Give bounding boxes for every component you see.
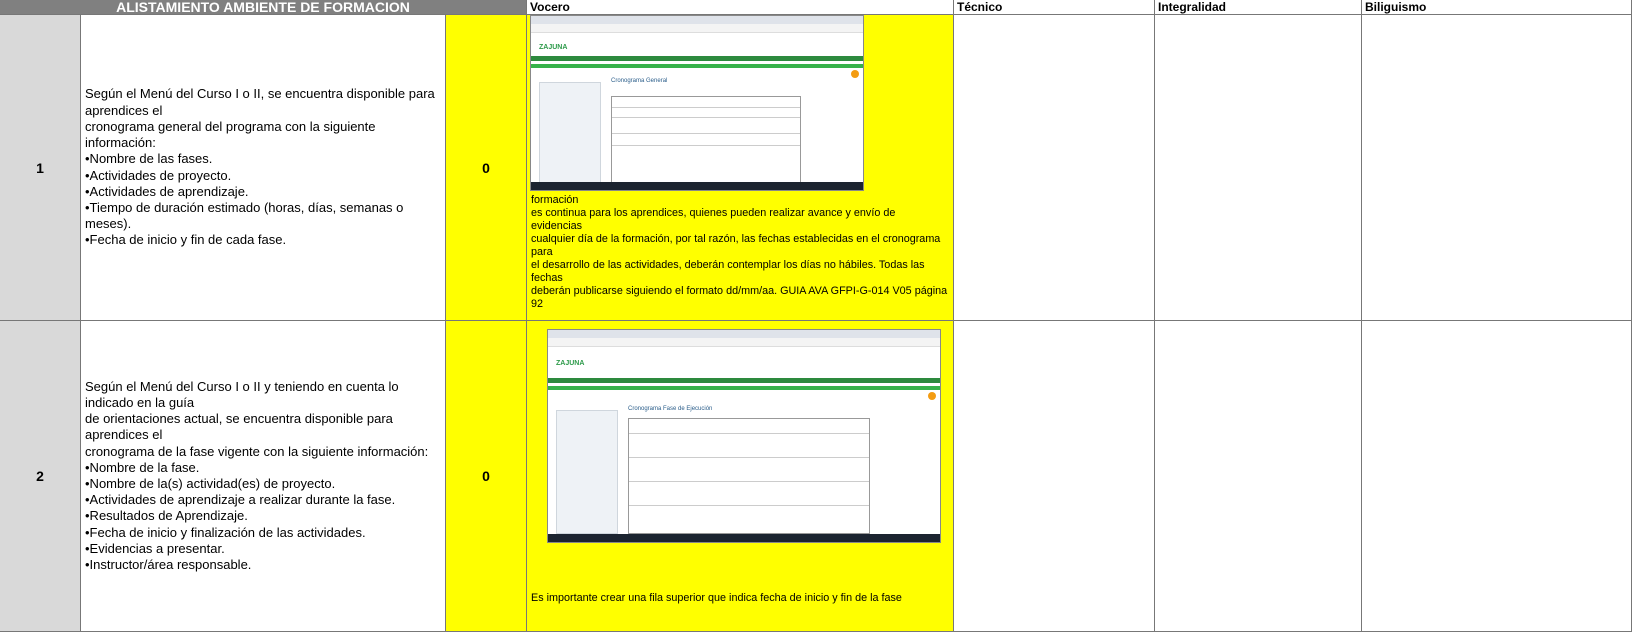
screenshot-title: Cronograma General bbox=[611, 78, 668, 84]
criterion-text: Según el Menú del Curso I o II, se encue… bbox=[85, 86, 435, 248]
header-alistamiento: ALISTAMIENTO AMBIENTE DE FORMACION bbox=[0, 0, 527, 15]
screenshot-cronograma-general: ZAJUNA Cronograma General bbox=[530, 15, 864, 191]
criterion-text: Según el Menú del Curso I o II y teniend… bbox=[85, 378, 429, 573]
vocero-cell: ZAJUNA Cronograma Fase de Ejecución Es i… bbox=[527, 321, 954, 632]
vocero-cell: ZAJUNA Cronograma General formación es c… bbox=[527, 15, 954, 321]
score-cell: 0 bbox=[446, 321, 527, 632]
tecnico-cell bbox=[954, 15, 1155, 321]
criterion-description: Según el Menú del Curso I o II, se encue… bbox=[81, 15, 446, 321]
score-cell: 0 bbox=[446, 15, 527, 321]
screenshot-cronograma-fase: ZAJUNA Cronograma Fase de Ejecución bbox=[547, 329, 941, 543]
bilinguismo-cell bbox=[1362, 15, 1632, 321]
bilinguismo-cell bbox=[1362, 321, 1632, 632]
integralidad-cell bbox=[1155, 15, 1362, 321]
screenshot-title: Cronograma Fase de Ejecución bbox=[628, 406, 713, 412]
vocero-note: formación es continua para los aprendice… bbox=[531, 194, 948, 310]
criterion-description: Según el Menú del Curso I o II y teniend… bbox=[81, 321, 446, 632]
row-number: 2 bbox=[0, 321, 81, 632]
vocero-note: Es importante crear una fila superior qu… bbox=[531, 592, 902, 604]
zajuna-logo: ZAJUNA bbox=[556, 360, 585, 367]
header-integralidad: Integralidad bbox=[1155, 0, 1362, 15]
header-tecnico: Técnico bbox=[954, 0, 1155, 15]
row-number: 1 bbox=[0, 15, 81, 321]
tecnico-cell bbox=[954, 321, 1155, 632]
integralidad-cell bbox=[1155, 321, 1362, 632]
zajuna-logo: ZAJUNA bbox=[539, 44, 568, 51]
header-vocero: Vocero bbox=[527, 0, 954, 15]
header-bilinguismo: Biliguismo bbox=[1362, 0, 1632, 15]
